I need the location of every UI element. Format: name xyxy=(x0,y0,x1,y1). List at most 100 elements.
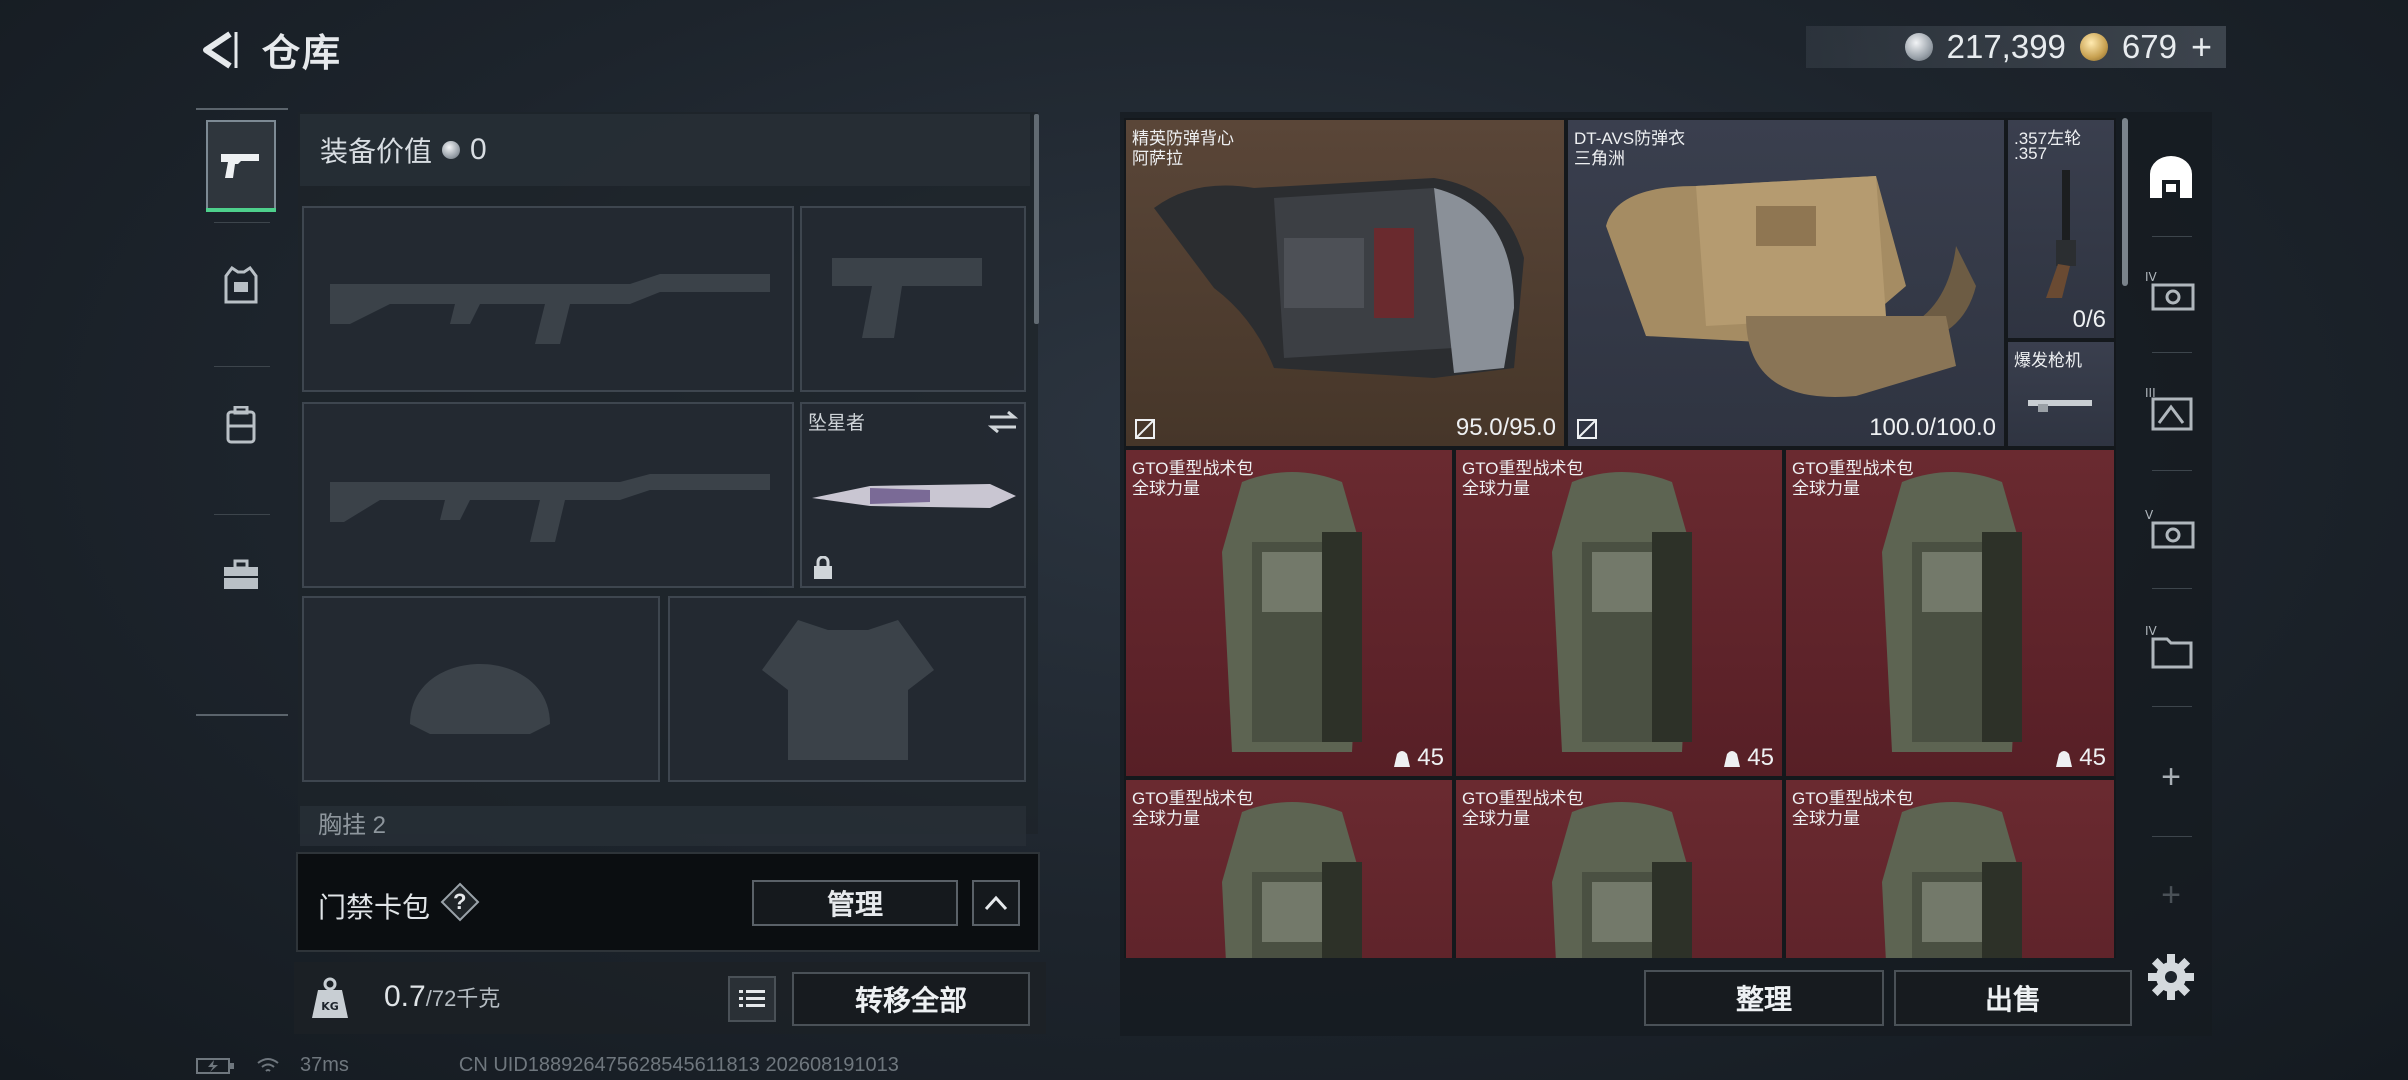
pistol-icon xyxy=(221,154,259,178)
pistol-slot[interactable] xyxy=(800,206,1026,392)
backpack-image-icon xyxy=(1552,802,1692,958)
svg-text:V: V xyxy=(2145,508,2154,522)
list-view-button[interactable] xyxy=(728,976,776,1022)
status-bar: 37ms CN UID1889264756285456118​13 202608… xyxy=(196,1054,899,1077)
item-caliber: .357 xyxy=(2014,144,2048,163)
melee-name: 坠星者 xyxy=(808,413,866,434)
back-arrow-icon[interactable] xyxy=(196,28,240,72)
tab-storage-4[interactable]: IV xyxy=(2142,618,2200,676)
item-elite-vest[interactable]: 精英防弹背心 阿萨拉 95.0/95.0 xyxy=(1124,118,1566,448)
category-weapons[interactable] xyxy=(206,120,276,212)
help-icon[interactable]: ? xyxy=(440,882,480,922)
item-gto-backpack[interactable]: GTO重型战术包 全球力量 45 xyxy=(1784,448,2116,778)
silver-amount: 217,399 xyxy=(1946,28,2066,65)
case-tier-icon: IV xyxy=(2145,624,2193,669)
weight-capacity: /72千克 xyxy=(425,986,501,1011)
armor-vest-icon xyxy=(224,266,258,304)
ping-text: 37ms xyxy=(300,1054,349,1076)
item-capacity: 45 xyxy=(2055,744,2106,772)
category-armor[interactable] xyxy=(206,240,276,330)
pistol-silhouette-icon xyxy=(832,258,982,338)
tab-storage-3[interactable]: V xyxy=(2142,500,2200,558)
storage-scrollbar[interactable] xyxy=(2122,118,2128,286)
item-faction: 全球力量 xyxy=(1462,479,1530,498)
collapse-button[interactable] xyxy=(972,880,1020,926)
equipment-value-row: 装备价值 0 xyxy=(300,114,1030,186)
case-tier-icon: III xyxy=(2145,386,2193,431)
backpack-image-icon xyxy=(1882,802,2022,958)
armor-silhouette-icon xyxy=(762,620,934,760)
capacity-bag-icon xyxy=(2056,751,2073,767)
ammo-count: 0/6 xyxy=(2072,306,2106,333)
helmet-slot[interactable] xyxy=(302,596,660,782)
capacity-bag-icon xyxy=(1724,751,1741,767)
melee-slot[interactable]: 坠星者 xyxy=(800,402,1026,588)
backpack-icon xyxy=(226,406,256,444)
secondary-weapon-slot[interactable] xyxy=(302,402,794,588)
gold-coin-icon xyxy=(2079,33,2108,61)
backpack-image-icon xyxy=(1222,802,1362,958)
svg-text:KG: KG xyxy=(321,1000,339,1013)
gear-icon[interactable] xyxy=(2146,952,2196,1002)
body-armor-slot[interactable] xyxy=(668,596,1026,782)
item-capacity: 45 xyxy=(1723,744,1774,772)
weight-kg-icon: KG xyxy=(312,977,348,1018)
backpack-image-icon xyxy=(1552,472,1692,752)
battery-charging-icon xyxy=(196,1057,234,1074)
item-gto-backpack[interactable]: GTO重型战术包 全球力量 xyxy=(1124,778,1454,958)
add-storage-tab-button[interactable]: + xyxy=(2142,748,2200,806)
capacity-bag-icon xyxy=(1394,751,1411,767)
add-storage-tab-button-disabled: + xyxy=(2161,875,2181,914)
gold-amount: 679 xyxy=(2121,28,2177,65)
chevron-up-icon xyxy=(984,895,1008,911)
tab-storage-2[interactable]: III xyxy=(2142,380,2200,438)
item-dt-avs-armor[interactable]: DT-AVS防弹衣 三角洲 100.0/100.0 xyxy=(1566,118,2006,448)
item-gto-backpack[interactable]: GTO重型战术包 全球力量 xyxy=(1454,778,1784,958)
item-faction: 全球力量 xyxy=(1462,809,1530,828)
item-name: 爆发枪机 xyxy=(2014,351,2082,370)
currency-bar: 217,399 679 + xyxy=(1806,26,2226,68)
case-tier-icon: IV xyxy=(2145,270,2195,311)
category-case[interactable] xyxy=(206,530,276,620)
briefcase-icon xyxy=(224,559,258,589)
primary-weapon-slot[interactable] xyxy=(302,206,794,392)
item-faction: 全球力量 xyxy=(1792,809,1860,828)
backpack-image-icon xyxy=(1882,472,2022,752)
sell-button[interactable]: 出售 xyxy=(1894,970,2132,1026)
swap-icon[interactable] xyxy=(988,410,1018,434)
item-durability: 95.0/95.0 xyxy=(1455,414,1556,441)
tab-storage-1[interactable]: IV xyxy=(2142,262,2200,320)
add-gold-button[interactable]: + xyxy=(2191,26,2212,68)
item-faction: 阿萨拉 xyxy=(1132,149,1183,168)
item-burst-trigger[interactable]: 爆发枪机 xyxy=(2006,340,2116,448)
keycard-label: 门禁卡包 xyxy=(318,892,431,923)
warehouse-icon xyxy=(2150,156,2192,198)
vest-image-icon xyxy=(1154,178,1524,378)
case-tier-icon: V xyxy=(2145,508,2195,549)
item-gto-backpack[interactable]: GTO重型战术包 全球力量 45 xyxy=(1124,448,1454,778)
item-357-revolver[interactable]: .357左轮 .357 0/6 xyxy=(2006,118,2116,340)
item-faction: 全球力量 xyxy=(1132,809,1200,828)
equipment-value-amount: 0 xyxy=(470,133,487,166)
sort-button[interactable]: 整理 xyxy=(1644,970,1884,1026)
transfer-all-button[interactable]: 转移全部 xyxy=(792,972,1030,1026)
wifi-icon xyxy=(257,1057,279,1072)
silver-coin-icon xyxy=(442,141,461,159)
rifle-silhouette-icon xyxy=(330,474,770,542)
storage-tab-column: IV III V IV + + xyxy=(2130,112,2212,1036)
equipment-value-label: 装备价值 xyxy=(320,136,433,167)
item-faction: 全球力量 xyxy=(1792,479,1860,498)
category-backpack[interactable] xyxy=(206,380,276,470)
manage-button[interactable]: 管理 xyxy=(752,880,958,926)
item-gto-backpack[interactable]: GTO重型战术包 全球力量 45 xyxy=(1454,448,1784,778)
chest-rig-slot-label: 胸挂 2 xyxy=(300,806,1026,846)
uninsured-icon xyxy=(1577,419,1597,439)
equipment-scrollbar[interactable] xyxy=(1034,114,1039,324)
page-title: 仓库 xyxy=(262,33,343,75)
item-capacity: 45 xyxy=(1393,744,1444,772)
storage-grid: 精英防弹背心 阿萨拉 95.0/95.0 DT-AVS防弹衣 三角洲 100.0… xyxy=(1124,118,2116,958)
item-durability: 100.0/100.0 xyxy=(1869,414,1996,441)
weight-value: 0.7 xyxy=(384,980,426,1013)
item-gto-backpack[interactable]: GTO重型战术包 全球力量 xyxy=(1784,778,2116,958)
tab-all-storage[interactable] xyxy=(2142,148,2200,206)
